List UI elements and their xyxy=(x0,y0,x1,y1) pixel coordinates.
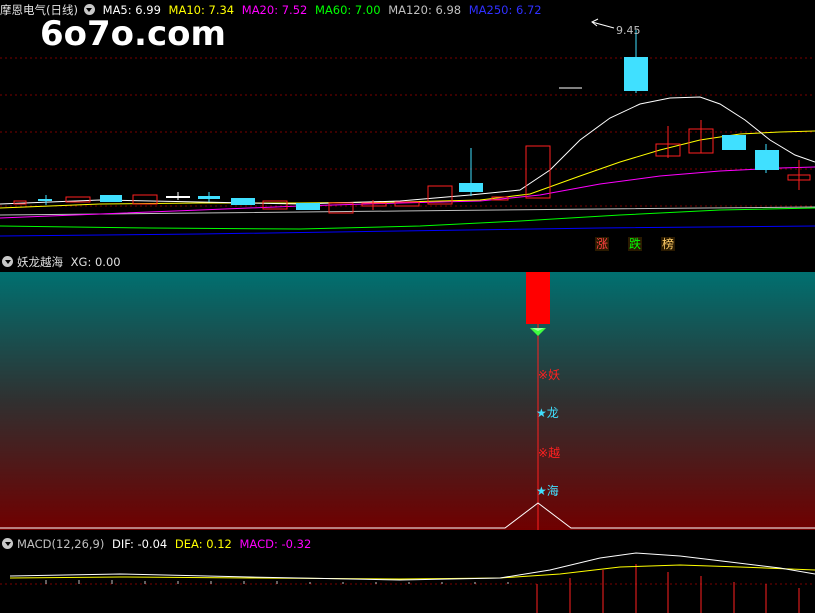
macd-header: MACD(12,26,9) DIF: -0.04 DEA: 0.12 MACD:… xyxy=(0,534,815,554)
signal-bar xyxy=(526,272,550,324)
marker-yao-label: 妖 xyxy=(548,368,561,382)
marker-yue-label: 越 xyxy=(548,446,561,460)
macd-panel[interactable]: MACD(12,26,9) DIF: -0.04 DEA: 0.12 MACD:… xyxy=(0,534,815,613)
reference-mark-icon: ※ xyxy=(538,446,549,460)
dropdown-icon[interactable] xyxy=(2,256,13,267)
star-icon: ★ xyxy=(536,406,547,420)
macd-ticks xyxy=(45,580,509,584)
xg-value-label: XG: 0.00 xyxy=(70,255,121,269)
dea-line xyxy=(9,564,815,580)
tag-rank[interactable]: 榜 xyxy=(661,237,676,251)
macd-histogram xyxy=(536,564,800,613)
ma5-line xyxy=(0,96,815,205)
price-chart-panel[interactable]: 9.45 摩恩电气(日线) MA5: 6.99 MA10: 7.34 MA20:… xyxy=(0,0,815,252)
marker-hai-label: 海 xyxy=(546,484,559,498)
marker-yue: ※越 xyxy=(538,444,560,461)
dif-line xyxy=(9,552,815,581)
ma20-label: MA20: 7.52 xyxy=(241,3,308,17)
high-price-arrow xyxy=(591,18,615,29)
star-icon: ★ xyxy=(536,484,547,498)
indicator-title[interactable]: 妖龙越海 xyxy=(17,255,63,269)
indicator-gradient-bg xyxy=(0,272,815,530)
tag-fall[interactable]: 跌 xyxy=(628,237,643,251)
ma120-label: MA120: 6.98 xyxy=(388,3,462,17)
macd-title[interactable]: MACD(12,26,9) xyxy=(17,537,104,551)
dropdown-icon[interactable] xyxy=(2,538,13,549)
watermark-logo: 6o7o.com xyxy=(40,14,226,54)
marker-long-label: 龙 xyxy=(546,406,559,420)
candles xyxy=(13,30,811,214)
ma20-line xyxy=(0,166,815,219)
indicator-panel[interactable]: 妖龙越海 XG: 0.00 ※妖 ★龙 ※越 ★海 xyxy=(0,252,815,534)
tag-rise[interactable]: 涨 xyxy=(595,237,610,251)
reference-mark-icon: ※ xyxy=(538,368,549,382)
price-grid xyxy=(0,57,815,207)
ma60-label: MA60: 7.00 xyxy=(314,3,381,17)
dea-label: DEA: 0.12 xyxy=(174,537,232,551)
macd-label: MACD: -0.32 xyxy=(239,537,312,551)
ma250-label: MA250: 6.72 xyxy=(468,3,542,17)
indicator-chart xyxy=(0,272,815,530)
ma10-line xyxy=(0,130,815,209)
marker-yao: ※妖 xyxy=(538,366,560,383)
dif-label: DIF: -0.04 xyxy=(112,537,168,551)
high-price-label: 9.45 xyxy=(616,24,641,37)
marker-hai: ★海 xyxy=(536,482,559,499)
marker-long: ★龙 xyxy=(536,404,559,421)
indicator-header: 妖龙越海 XG: 0.00 xyxy=(0,252,815,272)
